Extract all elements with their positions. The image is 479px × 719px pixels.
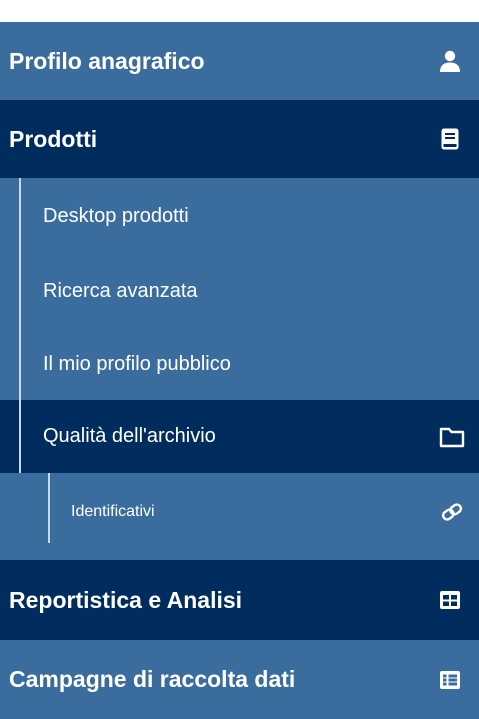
nav-spacer: [0, 551, 479, 560]
nav-item-label: Profilo anagrafico: [9, 47, 205, 74]
nav-subsubitem-identificativi[interactable]: Identificativi: [0, 473, 479, 551]
tree-line-level-1: [19, 178, 21, 473]
nav-item-profilo-anagrafico[interactable]: Profilo anagrafico: [0, 22, 479, 100]
user-icon: [435, 46, 465, 76]
nav-subsubitem-label: Identificativi: [71, 503, 155, 520]
nav-subitem-qualita-archivio[interactable]: Qualità dell'archivio: [0, 400, 479, 473]
table-icon: [435, 585, 465, 615]
nav-subitem-label: Ricerca avanzata: [43, 279, 198, 302]
nav-item-label: Reportistica e Analisi: [9, 586, 243, 613]
nav-subitem-label: Desktop prodotti: [43, 204, 189, 227]
nav-item-label: Campagne di raccolta dati: [9, 666, 296, 692]
nav-subitem-desktop-prodotti[interactable]: Desktop prodotti: [0, 178, 479, 254]
nav-item-campagne[interactable]: Campagne di raccolta dati: [0, 640, 479, 719]
nav-item-reportistica[interactable]: Reportistica e Analisi: [0, 560, 479, 640]
folder-icon: [437, 422, 467, 452]
nav-subitem-label: Qualità dell'archivio: [43, 425, 216, 447]
nav-subitem-ricerca-avanzata[interactable]: Ricerca avanzata: [0, 254, 479, 328]
nav-item-label: Prodotti: [9, 125, 98, 152]
book-icon: [435, 124, 465, 154]
nav-subitem-label: Il mio profilo pubblico: [43, 352, 231, 375]
nav-subitem-profilo-pubblico[interactable]: Il mio profilo pubblico: [0, 328, 479, 400]
link-icon: [437, 497, 467, 527]
list-icon: [435, 665, 465, 695]
sidebar-nav: Profilo anagrafico Prodotti Desktop prod…: [0, 0, 479, 719]
nav-item-prodotti[interactable]: Prodotti: [0, 100, 479, 178]
tree-line-level-2: [48, 473, 50, 543]
